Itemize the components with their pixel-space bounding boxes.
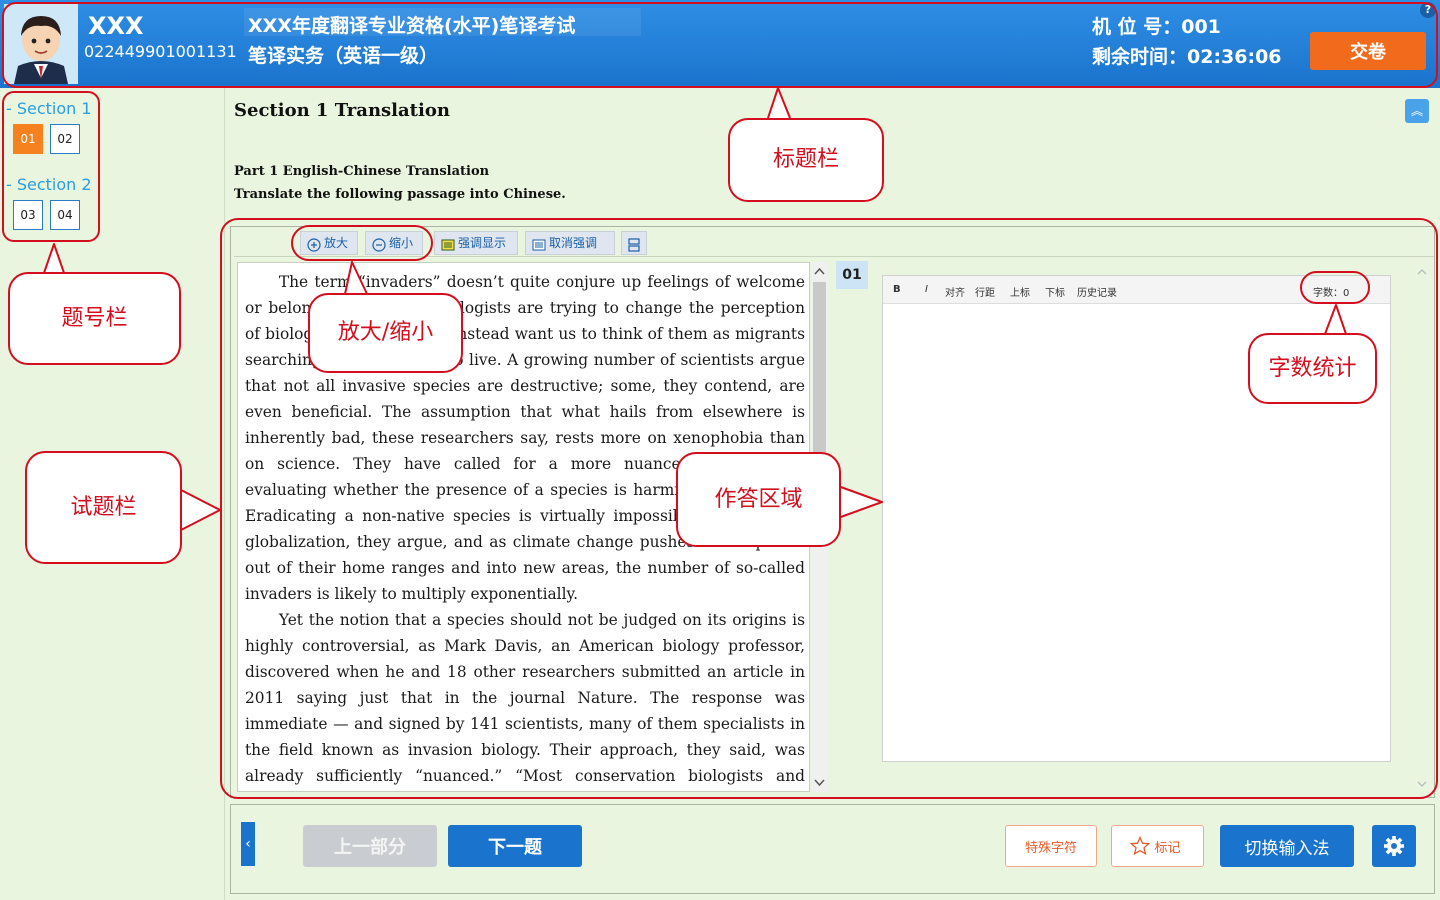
- zoom-annotation: 放大/缩小: [308, 293, 463, 373]
- special-chars-button[interactable]: 特殊字符: [1005, 825, 1097, 867]
- collapse-up-icon[interactable]: ︽: [1405, 99, 1429, 123]
- gear-icon: [1383, 835, 1405, 861]
- mark-label: 标记: [1154, 840, 1181, 856]
- next-question-button[interactable]: 下一题: [448, 825, 582, 867]
- word-count-annotation: 字数统计: [1248, 333, 1377, 404]
- switch-ime-button[interactable]: 切换输入法: [1220, 825, 1354, 867]
- prev-part-button[interactable]: 上一部分: [303, 825, 437, 867]
- title-bar-outline: [2, 2, 1438, 88]
- settings-button[interactable]: [1372, 825, 1416, 867]
- question-bar-annotation: 题号栏: [8, 272, 181, 365]
- mark-button[interactable]: 标记: [1111, 825, 1204, 867]
- part-instruction: Translate the following passage into Chi…: [234, 187, 566, 202]
- section-title: Section 1 Translation: [234, 100, 450, 121]
- title-bar-annotation: 标题栏: [728, 118, 884, 202]
- chevron-left-icon[interactable]: ‹: [241, 822, 255, 866]
- question-area-annotation: 试题栏: [25, 451, 182, 564]
- question-bar-outline: [2, 91, 100, 242]
- part-title: Part 1 English-Chinese Translation: [234, 164, 490, 179]
- star-icon: [1129, 835, 1151, 860]
- answer-area-annotation: 作答区域: [676, 452, 841, 547]
- word-count-outline: [1300, 271, 1370, 304]
